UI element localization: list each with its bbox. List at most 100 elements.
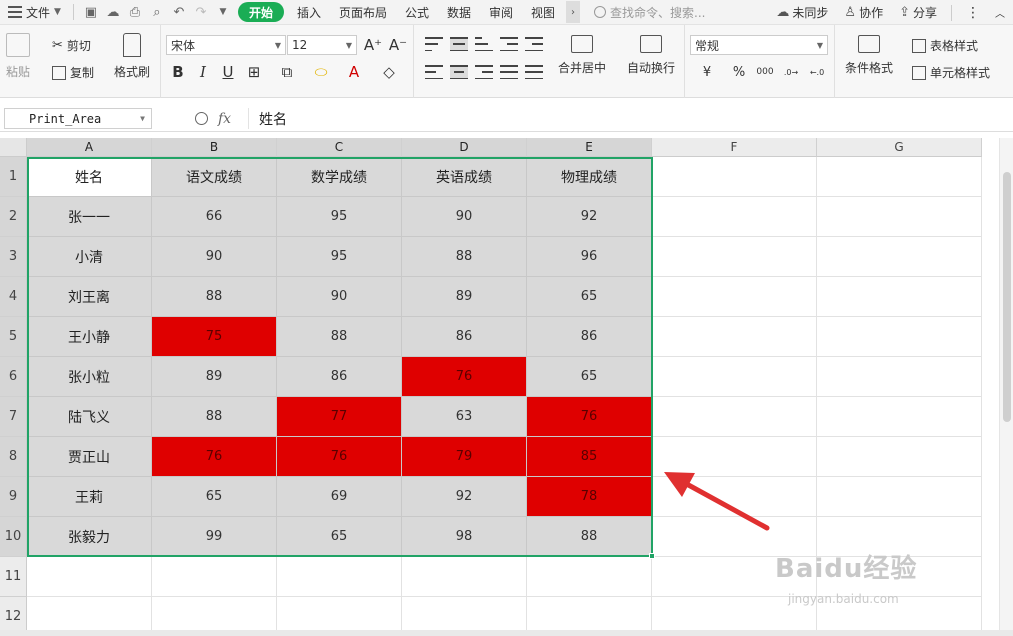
empty-cell[interactable] xyxy=(652,477,817,517)
table-cell[interactable]: 65 xyxy=(527,277,652,317)
table-cell[interactable]: 王莉 xyxy=(27,477,152,517)
column-header-e[interactable]: E xyxy=(527,138,652,157)
border-icon[interactable]: ⊞ xyxy=(243,61,265,83)
table-cell[interactable]: 63 xyxy=(402,397,527,437)
tab-view[interactable]: 视图 xyxy=(522,0,564,25)
align-right-icon[interactable] xyxy=(475,65,493,79)
table-cell[interactable]: 78 xyxy=(527,477,652,517)
table-cell[interactable]: 86 xyxy=(527,317,652,357)
tab-insert[interactable]: 插入 xyxy=(288,0,330,25)
table-cell[interactable]: 98 xyxy=(402,517,527,557)
undo-icon[interactable]: ↶ xyxy=(168,1,190,23)
table-cell[interactable]: 86 xyxy=(402,317,527,357)
vertical-scrollbar[interactable] xyxy=(999,138,1013,636)
table-cell[interactable]: 66 xyxy=(152,197,277,237)
thousands-button[interactable]: 000 xyxy=(754,61,776,83)
tab-data[interactable]: 数据 xyxy=(438,0,480,25)
table-cell[interactable]: 陆飞义 xyxy=(27,397,152,437)
fill-handle[interactable] xyxy=(649,553,655,559)
empty-cell[interactable] xyxy=(817,197,982,237)
distributed-align-icon[interactable] xyxy=(525,65,543,79)
empty-cell[interactable] xyxy=(652,357,817,397)
align-bottom-icon[interactable] xyxy=(475,37,493,51)
clear-format-icon[interactable]: ◇ xyxy=(378,61,400,83)
row-header-4[interactable]: 4 xyxy=(0,277,27,317)
row-header-6[interactable]: 6 xyxy=(0,357,27,397)
increase-decimal-icon[interactable]: .0→ xyxy=(780,61,802,83)
table-cell[interactable]: 65 xyxy=(277,517,402,557)
table-cell[interactable]: 86 xyxy=(277,357,402,397)
percent-button[interactable]: % xyxy=(728,61,750,83)
tab-page-layout[interactable]: 页面布局 xyxy=(330,0,396,25)
table-cell[interactable]: 79 xyxy=(402,437,527,477)
font-color-icon[interactable]: A xyxy=(343,61,365,83)
column-header-f[interactable]: F xyxy=(652,138,817,157)
align-center-icon[interactable] xyxy=(450,65,468,79)
table-header-cell[interactable]: 英语成绩 xyxy=(402,157,527,197)
paste-button[interactable]: 粘贴 xyxy=(6,33,30,80)
underline-icon[interactable]: U xyxy=(217,61,239,83)
decrease-font-icon[interactable]: A⁻ xyxy=(387,34,409,56)
tab-formulas[interactable]: 公式 xyxy=(396,0,438,25)
row-header-3[interactable]: 3 xyxy=(0,237,27,277)
column-header-b[interactable]: B xyxy=(152,138,277,157)
tabs-more-icon[interactable]: › xyxy=(566,1,581,23)
tab-review[interactable]: 审阅 xyxy=(480,0,522,25)
table-cell[interactable]: 贾正山 xyxy=(27,437,152,477)
currency-button[interactable]: ¥ xyxy=(696,61,718,83)
row-header-9[interactable]: 9 xyxy=(0,477,27,517)
share-button[interactable]: ⇪ 分享 xyxy=(891,4,945,21)
row-header-11[interactable]: 11 xyxy=(0,557,27,597)
table-cell[interactable]: 75 xyxy=(152,317,277,357)
increase-indent-icon[interactable] xyxy=(525,37,543,51)
file-menu[interactable]: 文件 ▼ xyxy=(0,0,67,25)
table-cell[interactable]: 92 xyxy=(527,197,652,237)
empty-cell[interactable] xyxy=(652,317,817,357)
table-cell[interactable]: 88 xyxy=(527,517,652,557)
empty-cell[interactable] xyxy=(152,557,277,597)
conditional-format-button[interactable]: 条件格式 xyxy=(845,35,893,76)
empty-cell[interactable] xyxy=(27,557,152,597)
empty-cell[interactable] xyxy=(652,277,817,317)
table-cell[interactable]: 76 xyxy=(152,437,277,477)
table-cell[interactable]: 王小静 xyxy=(27,317,152,357)
redo-icon[interactable]: ↷ xyxy=(190,1,212,23)
justify-icon[interactable] xyxy=(500,65,518,79)
align-left-icon[interactable] xyxy=(425,65,443,79)
table-cell[interactable]: 88 xyxy=(152,277,277,317)
fx-icon[interactable]: fx xyxy=(218,111,231,127)
column-header-d[interactable]: D xyxy=(402,138,527,157)
table-cell[interactable]: 88 xyxy=(152,397,277,437)
number-format-select[interactable]: 常规 ▼ xyxy=(690,35,828,55)
print-icon[interactable]: ⎙ xyxy=(124,1,146,23)
decrease-decimal-icon[interactable]: ←.0 xyxy=(806,61,828,83)
empty-cell[interactable] xyxy=(817,317,982,357)
table-cell[interactable]: 65 xyxy=(152,477,277,517)
format-painter-button[interactable]: 格式刷 xyxy=(114,33,150,80)
empty-cell[interactable] xyxy=(652,397,817,437)
empty-cell[interactable] xyxy=(817,477,982,517)
table-cell[interactable]: 张一一 xyxy=(27,197,152,237)
table-cell[interactable]: 90 xyxy=(277,277,402,317)
empty-cell[interactable] xyxy=(652,197,817,237)
table-cell[interactable]: 88 xyxy=(402,237,527,277)
empty-cell[interactable] xyxy=(817,237,982,277)
table-style-button[interactable]: 表格样式 xyxy=(912,37,978,54)
select-all-corner[interactable] xyxy=(0,138,27,157)
decrease-indent-icon[interactable] xyxy=(500,37,518,51)
table-cell[interactable]: 65 xyxy=(527,357,652,397)
sync-button[interactable]: ☁ 未同步 xyxy=(768,4,836,21)
table-header-cell[interactable]: 物理成绩 xyxy=(527,157,652,197)
collab-button[interactable]: ♙ 协作 xyxy=(836,4,891,21)
row-header-8[interactable]: 8 xyxy=(0,437,27,477)
row-header-7[interactable]: 7 xyxy=(0,397,27,437)
tab-home[interactable]: 开始 xyxy=(237,2,284,22)
table-cell[interactable]: 张小粒 xyxy=(27,357,152,397)
table-cell[interactable]: 69 xyxy=(277,477,402,517)
font-size-select[interactable]: 12 ▼ xyxy=(287,35,357,55)
zoom-icon[interactable] xyxy=(195,112,208,125)
empty-cell[interactable] xyxy=(817,397,982,437)
empty-cell[interactable] xyxy=(652,237,817,277)
cut-button[interactable]: ✂ 剪切 xyxy=(52,37,91,54)
cell-style-button[interactable]: 单元格样式 xyxy=(912,64,990,81)
